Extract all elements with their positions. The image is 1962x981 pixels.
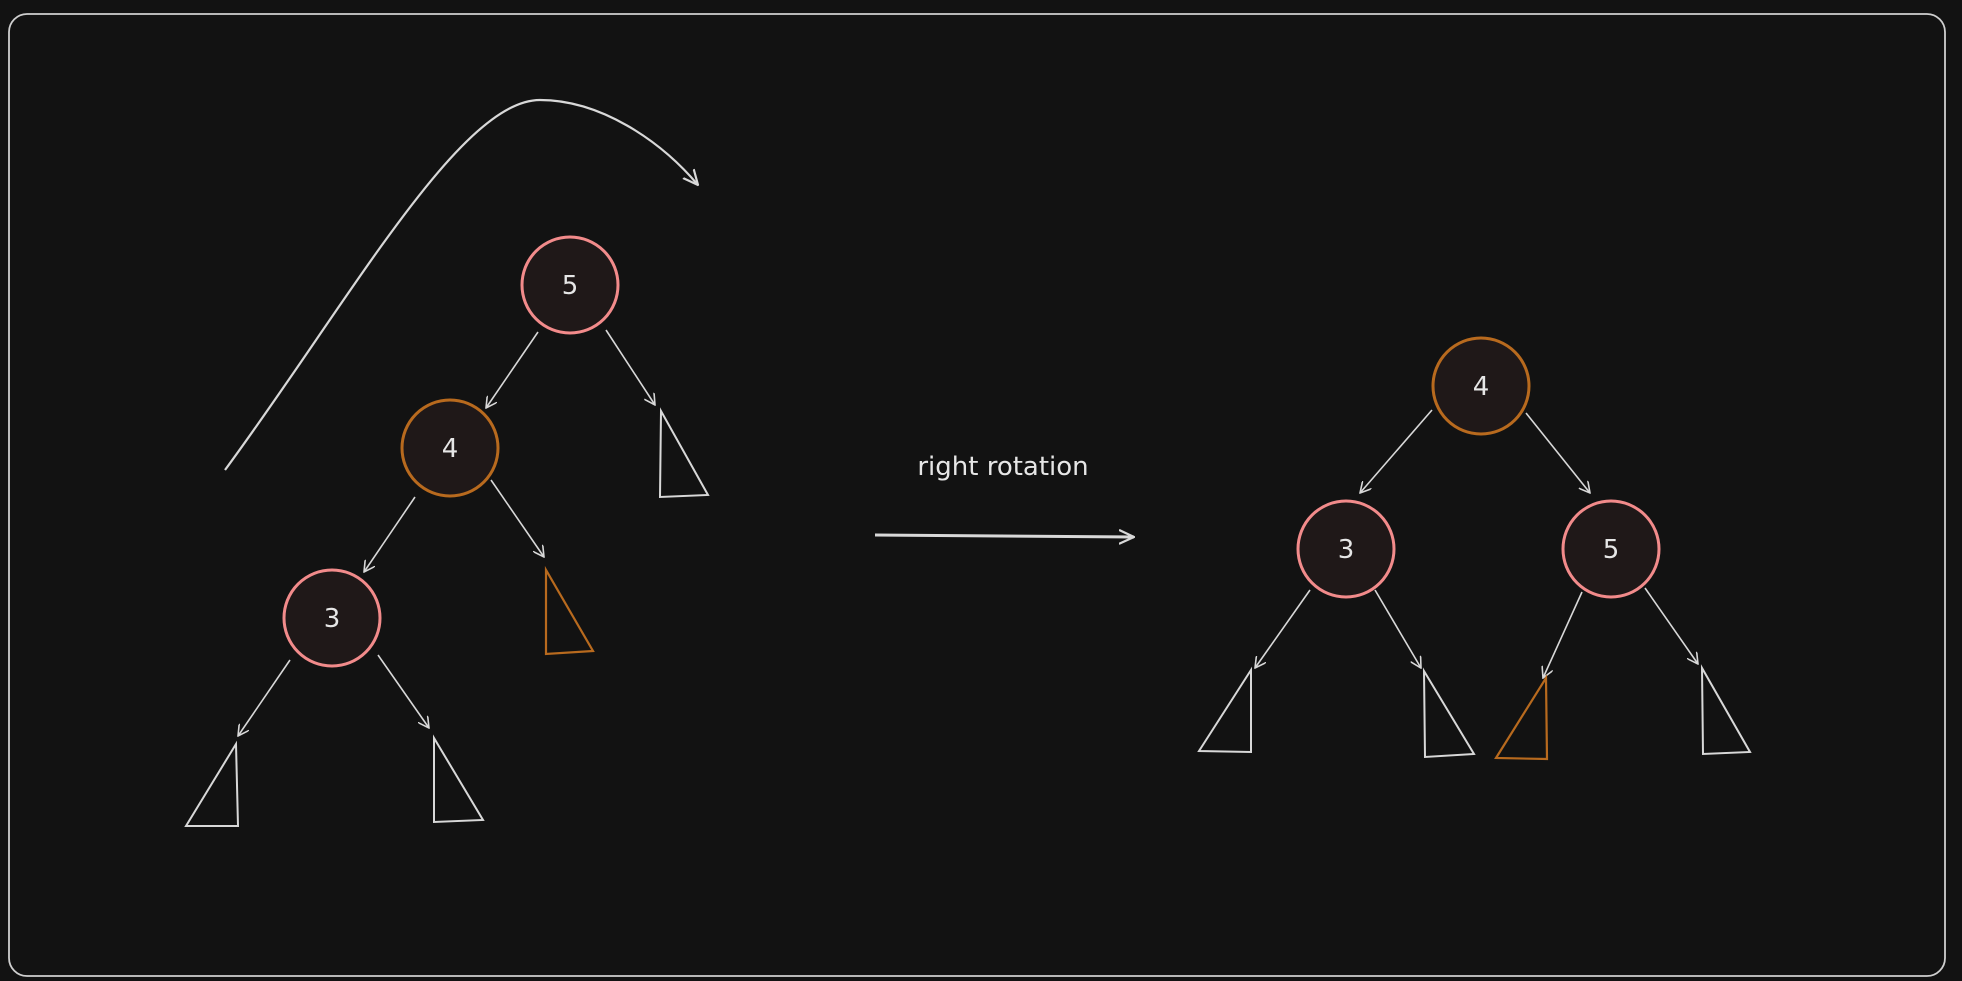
triangle-icon — [433, 734, 485, 824]
edge-4-to-3 — [1360, 409, 1433, 493]
before-node-3: 3 — [282, 568, 382, 668]
node-label: 5 — [562, 271, 579, 301]
edge-3-to-left-subtree — [238, 659, 291, 736]
node-label: 3 — [324, 604, 341, 634]
triangle-icon — [184, 740, 240, 827]
edge-5-to-subtree — [605, 329, 655, 405]
edge-5-to-orange-subtree — [1543, 591, 1583, 678]
triangle-icon — [1700, 664, 1752, 756]
node-label: 3 — [1338, 535, 1355, 565]
triangle-icon — [658, 407, 710, 499]
arrow-icon — [874, 535, 1134, 537]
after-node-3: 3 — [1296, 499, 1396, 599]
edge-5-to-right-subtree — [1644, 587, 1698, 664]
edge-5-to-4 — [486, 331, 539, 408]
node-label: 4 — [442, 434, 459, 464]
edge-4-to-orange-subtree — [490, 479, 544, 557]
after-node-4: 4 — [1431, 336, 1531, 436]
after-node-5: 5 — [1561, 499, 1661, 599]
edge-3-to-right-subtree — [1374, 589, 1421, 668]
edge-3-to-right-subtree — [377, 654, 429, 728]
triangle-icon — [1422, 667, 1476, 759]
rotation-label: right rotation — [917, 452, 1088, 482]
triangle-icon-orange — [1494, 674, 1549, 761]
rotation-diagram: 5 4 3 right rotation 4 3 5 — [8, 13, 1946, 977]
before-node-4: 4 — [400, 398, 500, 498]
triangle-icon — [1197, 666, 1252, 754]
edge-4-to-5 — [1525, 412, 1590, 493]
edge-3-to-left-subtree — [1255, 589, 1311, 668]
node-label: 5 — [1603, 535, 1620, 565]
node-label: 4 — [1473, 372, 1490, 402]
frame-border — [8, 13, 1946, 977]
diagram-canvas: 5 4 3 right rotation 4 3 5 — [0, 0, 1962, 981]
before-node-5: 5 — [520, 235, 620, 335]
triangle-icon-orange — [544, 565, 595, 656]
edge-4-to-3 — [364, 496, 416, 572]
